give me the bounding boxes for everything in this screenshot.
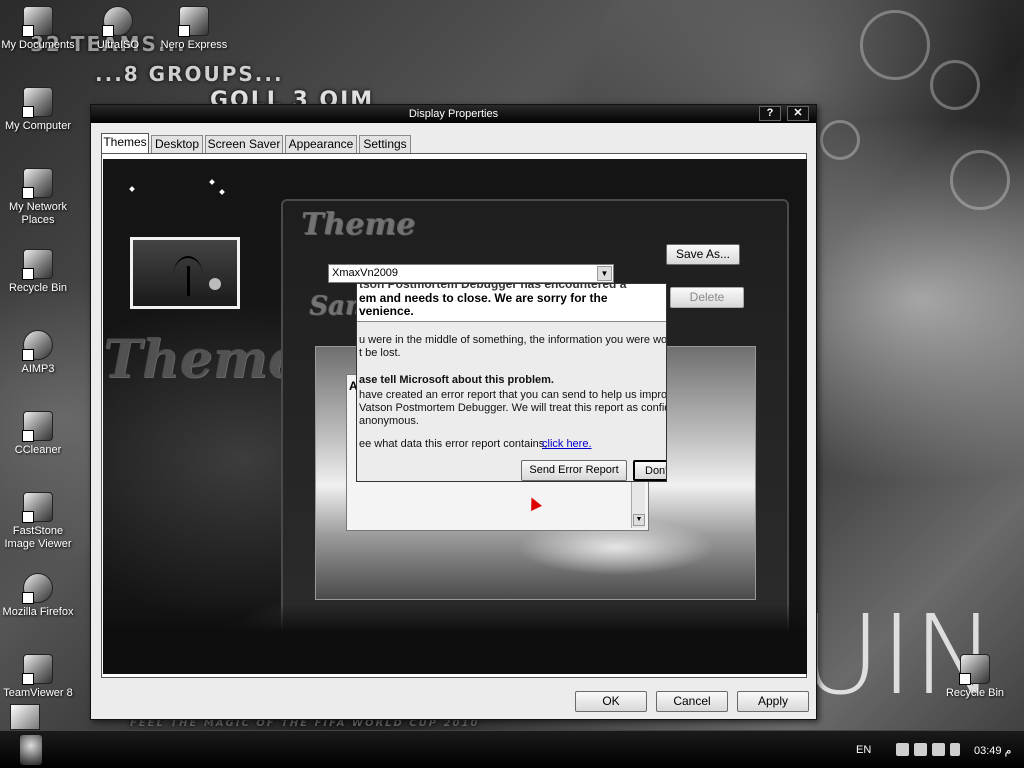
moon-shape bbox=[209, 278, 221, 290]
network-icon bbox=[22, 168, 53, 199]
desktop-icon-mozilla-firefox[interactable]: Mozilla Firefox bbox=[0, 573, 76, 619]
desktop-icon-nero-express[interactable]: Nero Express bbox=[156, 6, 232, 52]
faststone-icon bbox=[22, 492, 53, 523]
close-button[interactable]: ✕ bbox=[787, 106, 809, 121]
apply-button[interactable]: Apply bbox=[737, 691, 809, 712]
aimp-icon bbox=[22, 330, 53, 361]
desktop-icon-aimp3[interactable]: AIMP3 bbox=[0, 330, 76, 376]
tree-trunk bbox=[187, 266, 190, 296]
desktop-icon-teamviewer[interactable]: TeamViewer 8 bbox=[0, 654, 76, 700]
wallpaper-text-groups: ...8 GROUPS... bbox=[95, 62, 284, 86]
desktop-icon-label: My Computer bbox=[4, 120, 72, 132]
click-here-link[interactable]: click here. bbox=[542, 438, 592, 450]
desktop-icon-label: Nero Express bbox=[160, 39, 228, 51]
desktop-icon-label: TeamViewer 8 bbox=[3, 687, 73, 699]
desktop-icon-label: My Documents bbox=[1, 39, 75, 51]
photo-frame bbox=[130, 237, 240, 309]
error-report-dialog: tson Postmortem Debugger has encountered… bbox=[356, 283, 667, 482]
help-button[interactable]: ? bbox=[759, 106, 781, 121]
desktop-icon-label: My Network Places bbox=[8, 201, 68, 226]
nero-icon bbox=[178, 6, 209, 37]
save-as-button[interactable]: Save As... bbox=[666, 244, 740, 265]
error-body: u were in the middle of something, the i… bbox=[357, 322, 667, 481]
theme-select-value: XmaxVn2009 bbox=[332, 267, 399, 279]
start-button[interactable] bbox=[20, 735, 42, 765]
tab-desktop[interactable]: Desktop bbox=[151, 135, 203, 153]
network-tray-icon[interactable] bbox=[896, 743, 909, 756]
wallpaper-ring bbox=[950, 150, 1010, 210]
star-decoration bbox=[209, 179, 215, 185]
star-decoration bbox=[219, 189, 225, 195]
ok-button[interactable]: OK bbox=[575, 691, 647, 712]
error-text: have created an error report that you ca… bbox=[359, 389, 667, 401]
desktop-icon-ultraiso[interactable]: UltraISO bbox=[80, 6, 156, 52]
error-header-line: tson Postmortem Debugger has encountered… bbox=[359, 283, 627, 291]
taskbar: EN 03:49 م bbox=[0, 730, 1024, 768]
dialog-titlebar[interactable]: Display Properties ? ✕ bbox=[91, 105, 816, 123]
teamviewer-icon bbox=[22, 654, 53, 685]
desktop-icon-label: Recycle Bin bbox=[8, 282, 68, 294]
chevron-down-icon[interactable]: ▼ bbox=[597, 266, 612, 281]
cancel-button[interactable]: Cancel bbox=[656, 691, 728, 712]
error-text: ee what data this error report contains, bbox=[359, 438, 548, 450]
ccleaner-icon bbox=[22, 411, 53, 442]
error-text: anonymous. bbox=[359, 415, 419, 427]
send-error-report-button[interactable]: Send Error Report bbox=[521, 460, 627, 481]
error-text: u were in the middle of something, the i… bbox=[359, 334, 667, 346]
error-heading: ase tell Microsoft about this problem. bbox=[359, 374, 554, 386]
wallpaper-ring bbox=[860, 10, 930, 80]
dialog-title: Display Properties bbox=[408, 108, 499, 120]
desktop-icon-label: UltraISO bbox=[96, 39, 140, 51]
desktop-icon-label: FastStone Image Viewer bbox=[4, 525, 72, 550]
desktop-icon-my-documents[interactable]: My Documents bbox=[0, 6, 76, 52]
tab-appearance[interactable]: Appearance bbox=[285, 135, 357, 153]
folder-icon bbox=[22, 6, 53, 37]
delete-button[interactable]: Delete bbox=[670, 287, 744, 308]
desktop-icon-label: Recycle Bin bbox=[945, 687, 1005, 699]
desktop-icon-label: CCleaner bbox=[14, 444, 62, 456]
star-decoration bbox=[129, 186, 135, 192]
desktop-icon-recycle-bin[interactable]: Recycle Bin bbox=[0, 249, 76, 295]
wallpaper-ring bbox=[930, 60, 980, 110]
desktop-icon-label: Mozilla Firefox bbox=[2, 606, 74, 618]
desktop-icon-extra[interactable] bbox=[10, 704, 40, 730]
scroll-down-icon[interactable]: ▼ bbox=[633, 514, 645, 526]
error-text: Vatson Postmortem Debugger. We will trea… bbox=[359, 402, 667, 414]
desktop-icon-label: AIMP3 bbox=[21, 363, 55, 375]
firefox-icon bbox=[22, 573, 53, 604]
computer-icon bbox=[22, 87, 53, 118]
shield-tray-icon[interactable] bbox=[914, 743, 927, 756]
skyline-silhouette bbox=[103, 604, 807, 674]
recycle-bin-icon bbox=[22, 249, 53, 280]
tab-settings[interactable]: Settings bbox=[359, 135, 411, 153]
theme-select[interactable]: XmaxVn2009 ▼ bbox=[328, 264, 614, 283]
desktop-icon-my-network-places[interactable]: My Network Places bbox=[0, 168, 76, 227]
desktop-icon-my-computer[interactable]: My Computer bbox=[0, 87, 76, 133]
desktop-icon-ccleaner[interactable]: CCleaner bbox=[0, 411, 76, 457]
desktop-icon-recycle-bin-right[interactable]: Recycle Bin bbox=[937, 654, 1013, 700]
error-header: tson Postmortem Debugger has encountered… bbox=[357, 283, 666, 322]
dont-send-button[interactable]: Don't bbox=[633, 460, 666, 481]
recycle-bin-icon bbox=[959, 654, 990, 685]
wallpaper-ring bbox=[820, 120, 860, 160]
tab-themes[interactable]: Themes bbox=[101, 133, 149, 154]
desktop-icon-faststone[interactable]: FastStone Image Viewer bbox=[0, 492, 76, 551]
tab-screen-saver[interactable]: Screen Saver bbox=[205, 135, 283, 153]
disc-icon bbox=[102, 6, 133, 37]
update-tray-icon[interactable] bbox=[950, 743, 960, 756]
language-indicator[interactable]: EN bbox=[856, 744, 871, 756]
theme-heading: Theme bbox=[301, 207, 416, 242]
error-text: t be lost. bbox=[359, 347, 401, 359]
volume-tray-icon[interactable] bbox=[932, 743, 945, 756]
error-header-line: venience. bbox=[359, 304, 414, 318]
clock[interactable]: 03:49 م bbox=[974, 744, 1011, 757]
